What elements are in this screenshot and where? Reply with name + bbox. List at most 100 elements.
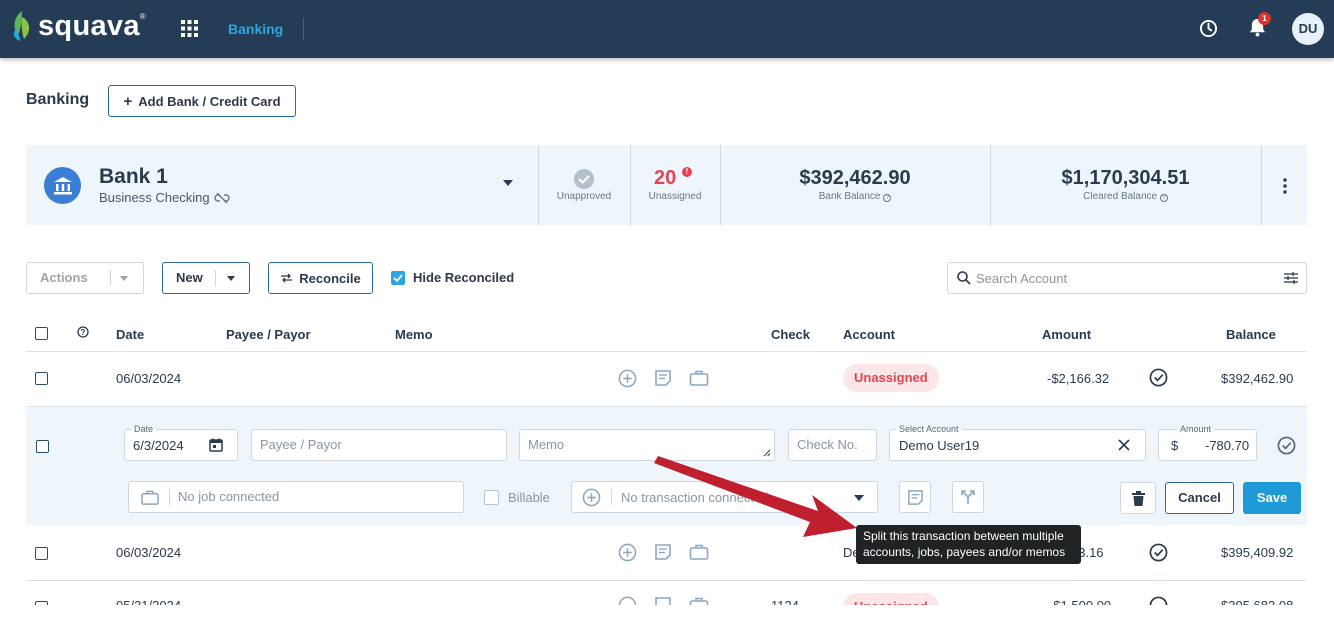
- note-icon[interactable]: [654, 596, 672, 614]
- approve-check-icon[interactable]: [1149, 368, 1168, 387]
- avatar[interactable]: DU: [1292, 13, 1324, 45]
- date-field[interactable]: Date 6/3/2024: [124, 424, 238, 461]
- more-vertical-icon[interactable]: [1282, 178, 1288, 194]
- row-checkbox[interactable]: [36, 440, 49, 453]
- check-number-field[interactable]: [788, 429, 877, 461]
- approve-check-icon[interactable]: [1149, 596, 1168, 615]
- check-number-input[interactable]: [797, 437, 869, 452]
- info-icon[interactable]: ?: [1159, 194, 1168, 202]
- notes-button[interactable]: [899, 481, 931, 513]
- hide-reconciled-checkbox[interactable]: [391, 270, 405, 285]
- svg-text:?: ?: [81, 328, 86, 337]
- trademark: ®: [139, 11, 146, 21]
- column-header-account[interactable]: Account: [843, 327, 895, 342]
- card-divider: [1261, 145, 1262, 225]
- transaction-placeholder: No transaction connected: [621, 490, 769, 505]
- memo-input[interactable]: [528, 437, 764, 452]
- info-icon[interactable]: ?: [883, 194, 892, 202]
- clock-icon[interactable]: [1199, 19, 1218, 38]
- row-balance: $392,462.90: [1221, 371, 1294, 386]
- payee-input[interactable]: [260, 437, 496, 452]
- column-header-balance[interactable]: Balance: [1226, 327, 1276, 342]
- note-icon[interactable]: [654, 369, 672, 387]
- unassigned-label: Unassigned: [648, 191, 702, 202]
- column-header-date[interactable]: Date: [116, 327, 144, 342]
- reconcile-icon: [281, 273, 293, 283]
- unlink-icon[interactable]: [213, 192, 230, 204]
- bank-selector-chevron-icon[interactable]: [503, 180, 513, 186]
- nav-banking[interactable]: Banking: [228, 21, 283, 37]
- search-input[interactable]: [976, 269, 1266, 287]
- chevron-down-icon[interactable]: [854, 495, 864, 501]
- top-bar: squava ® Banking 1 DU: [0, 0, 1334, 58]
- help-icon[interactable]: ?: [77, 326, 89, 338]
- unapproved-check-icon[interactable]: [573, 168, 595, 190]
- leaf-logo-icon: [13, 11, 30, 41]
- checkmark-icon: [393, 273, 403, 282]
- new-dropdown[interactable]: New: [162, 262, 250, 294]
- dropdown-divider: [215, 270, 216, 286]
- hide-reconciled-toggle[interactable]: Hide Reconciled: [391, 270, 514, 285]
- new-label: New: [176, 270, 203, 285]
- column-header-payee[interactable]: Payee / Payor: [226, 327, 311, 342]
- bank-balance-label: Bank Balance ?: [720, 191, 990, 202]
- chevron-down-icon[interactable]: [227, 276, 235, 281]
- add-circle-icon[interactable]: [618, 543, 637, 562]
- table-divider: [26, 351, 1307, 352]
- calendar-icon[interactable]: [209, 438, 223, 452]
- notification-badge: 1: [1258, 12, 1271, 25]
- date-value: 6/3/2024: [133, 438, 184, 453]
- account-badge-unassigned[interactable]: Unassigned: [843, 593, 939, 605]
- amount-field[interactable]: Amount $ -780.70: [1158, 424, 1257, 461]
- account-badge-unassigned[interactable]: Unassigned: [843, 364, 939, 392]
- row-date: 06/03/2024: [116, 371, 182, 386]
- row-checkbox[interactable]: [35, 372, 48, 385]
- column-header-check[interactable]: Check: [771, 327, 810, 342]
- save-button[interactable]: Save: [1243, 482, 1301, 514]
- briefcase-icon[interactable]: [689, 596, 709, 614]
- transaction-connect-field[interactable]: No transaction connected: [571, 481, 878, 513]
- resize-handle-icon[interactable]: [763, 449, 771, 457]
- add-bank-button[interactable]: + Add Bank / Credit Card: [108, 85, 296, 117]
- row-checkbox[interactable]: [35, 601, 48, 605]
- billable-toggle[interactable]: Billable: [484, 490, 550, 505]
- card-divider: [538, 145, 539, 225]
- row-amount: -$2,166.32: [1047, 371, 1110, 386]
- column-header-memo[interactable]: Memo: [395, 327, 433, 342]
- job-input[interactable]: [178, 489, 448, 504]
- cancel-button[interactable]: Cancel: [1165, 482, 1234, 514]
- row-checkbox[interactable]: [35, 547, 48, 560]
- actions-dropdown[interactable]: Actions: [26, 262, 144, 294]
- split-transaction-button[interactable]: [952, 481, 984, 513]
- column-header-amount[interactable]: Amount: [1042, 327, 1091, 342]
- page-title: Banking: [26, 91, 90, 108]
- briefcase-icon[interactable]: [689, 543, 709, 561]
- select-all-checkbox[interactable]: [35, 327, 48, 340]
- reconcile-button[interactable]: Reconcile: [268, 262, 373, 294]
- memo-field[interactable]: [519, 429, 775, 461]
- clear-close-icon[interactable]: [1118, 439, 1130, 451]
- approve-check-icon[interactable]: [1277, 436, 1296, 455]
- unassigned-count[interactable]: 20: [654, 167, 676, 190]
- payee-field[interactable]: [251, 429, 507, 461]
- select-account-field[interactable]: Select Account Demo User19: [889, 424, 1146, 461]
- add-bank-label: Add Bank / Credit Card: [138, 93, 281, 109]
- card-divider: [630, 145, 631, 225]
- add-circle-icon: [582, 488, 601, 507]
- approve-check-icon[interactable]: [1149, 543, 1168, 562]
- brand-name: squava: [38, 9, 140, 42]
- note-icon[interactable]: [654, 543, 672, 561]
- nav-divider: [303, 18, 304, 40]
- briefcase-icon: [141, 490, 159, 505]
- reconcile-label: Reconcile: [299, 270, 361, 286]
- add-circle-icon[interactable]: [618, 369, 637, 388]
- logo[interactable]: squava ®: [10, 9, 146, 43]
- cleared-balance-label: Cleared Balance ?: [990, 191, 1261, 202]
- briefcase-icon[interactable]: [689, 369, 709, 387]
- job-field[interactable]: [128, 481, 464, 513]
- delete-button[interactable]: [1120, 482, 1156, 514]
- apps-grid-icon[interactable]: [181, 20, 198, 37]
- billable-checkbox[interactable]: [484, 490, 499, 505]
- add-circle-icon[interactable]: [618, 596, 637, 615]
- filter-sliders-icon[interactable]: [1284, 271, 1298, 285]
